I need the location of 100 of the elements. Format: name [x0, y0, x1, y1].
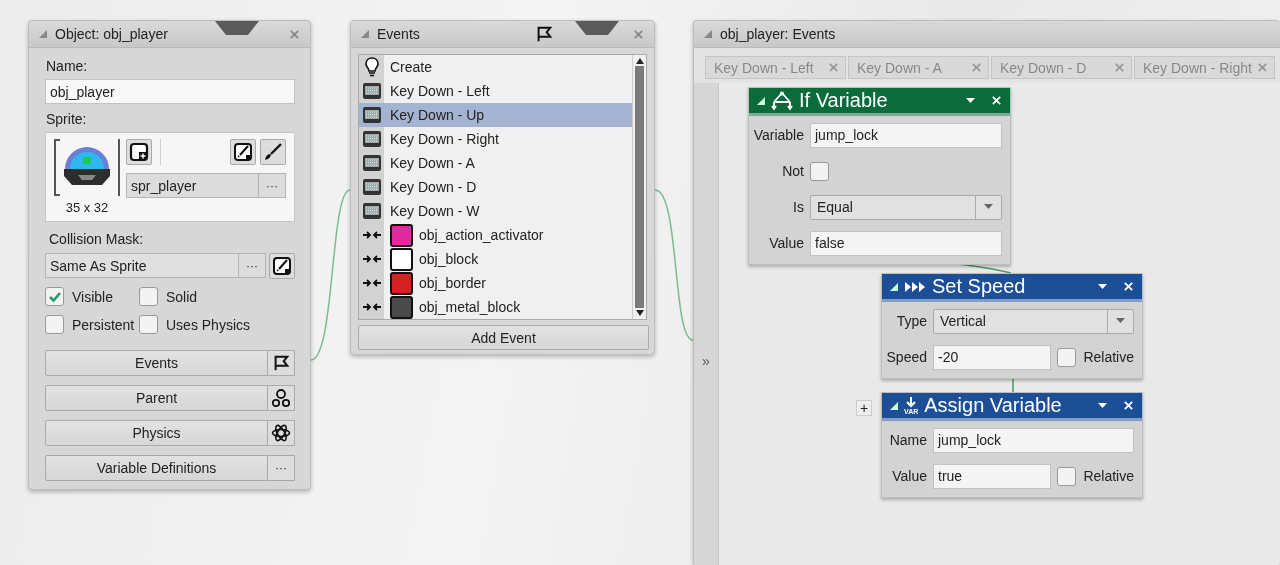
field-label: Value	[891, 468, 928, 484]
event-item[interactable]: Key Down - A	[359, 151, 632, 175]
value-field[interactable]: false	[810, 230, 1002, 256]
keyboard-icon	[361, 154, 382, 172]
edit-image-icon	[272, 256, 292, 276]
collapse-triangle-icon[interactable]	[890, 401, 898, 410]
field-label: Value	[768, 235, 805, 251]
name-field[interactable]: obj_player	[45, 79, 295, 104]
event-label: Key Down - W	[390, 203, 480, 219]
more-button[interactable]: ···	[259, 173, 286, 198]
sprite-select[interactable]: spr_player	[126, 173, 259, 198]
field-label: Name:	[45, 57, 89, 76]
checkbox[interactable]	[1057, 466, 1077, 486]
panel-button[interactable]: Events	[45, 350, 268, 376]
event-label: Create	[390, 59, 433, 75]
event-label: Key Down - Left	[390, 83, 490, 99]
caret-icon[interactable]	[1098, 283, 1107, 290]
brush-icon	[263, 142, 283, 162]
keyboard-icon	[361, 178, 382, 196]
caret-icon[interactable]	[966, 97, 975, 104]
checkbox[interactable]	[45, 315, 64, 334]
collision-arrows-icon	[361, 230, 382, 240]
collapse-gutter[interactable]: »	[694, 83, 719, 565]
checkbox-label: Persistent	[72, 316, 135, 333]
keyboard-icon	[361, 106, 382, 124]
scrollbar[interactable]	[632, 55, 646, 319]
edit-image-icon	[233, 142, 253, 162]
value-field[interactable]: -20	[933, 344, 1052, 370]
field-label: Not	[781, 163, 805, 179]
icon-button[interactable]	[126, 139, 152, 165]
event-label: Key Down - D	[390, 179, 477, 195]
field-label: Is	[792, 199, 805, 215]
event-item[interactable]: Create	[359, 55, 632, 79]
triple-arrow-icon	[904, 280, 926, 293]
event-item[interactable]: Key Down - Right	[359, 127, 632, 151]
sprite-size: 35 x 32	[65, 200, 109, 215]
scroll-down-icon[interactable]	[635, 310, 644, 316]
mask-select[interactable]: Same As Sprite	[45, 253, 239, 278]
event-item[interactable]: Key Down - W	[359, 199, 632, 223]
event-item[interactable]: obj_action_activator	[359, 223, 632, 247]
connector-line	[1012, 376, 1014, 393]
event-label: obj_border	[419, 275, 486, 291]
collision-arrows-icon	[361, 302, 382, 312]
checkbox[interactable]	[1057, 347, 1077, 367]
icon-button[interactable]	[268, 350, 295, 376]
checkbox-label: Uses Physics	[166, 316, 251, 333]
add-button[interactable]: +	[856, 400, 872, 416]
checkbox-label: Solid	[166, 288, 198, 305]
field-label: Variable	[753, 127, 805, 143]
event-item[interactable]: obj_block	[359, 247, 632, 271]
collapse-triangle-icon[interactable]	[757, 96, 765, 105]
checkbox[interactable]	[139, 315, 158, 334]
more-button[interactable]: ···	[239, 253, 266, 278]
window-title: obj_player: Events	[720, 26, 836, 42]
caret-icon[interactable]	[984, 204, 993, 210]
collision-arrows-icon	[361, 278, 382, 288]
checkbox[interactable]	[45, 287, 64, 306]
dropdown[interactable]: Equal	[810, 194, 1002, 220]
dropdown[interactable]: Vertical	[933, 308, 1134, 334]
collapse-triangle-icon[interactable]	[890, 282, 898, 291]
field-label: Sprite:	[45, 110, 88, 129]
field-label: Name	[888, 432, 928, 448]
icon-button[interactable]	[260, 139, 286, 165]
icon-button[interactable]	[269, 253, 295, 279]
checkbox-label: Visible	[72, 288, 113, 305]
event-item[interactable]: obj_border	[359, 271, 632, 295]
checkbox[interactable]	[139, 287, 158, 306]
icon-button[interactable]	[268, 420, 295, 446]
event-label: Key Down - A	[390, 155, 475, 171]
value-field[interactable]: jump_lock	[810, 122, 1002, 148]
event-label: Key Down - Up	[390, 107, 485, 123]
checkbox-label: Relative	[1083, 349, 1134, 365]
lightbulb-icon	[363, 57, 380, 77]
panel-button[interactable]: Parent	[45, 385, 268, 411]
icon-button[interactable]	[230, 139, 256, 165]
more-button[interactable]: ···	[268, 455, 295, 481]
field-label: Type	[895, 313, 928, 329]
value-field[interactable]: jump_lock	[933, 427, 1134, 453]
keyboard-icon	[361, 82, 382, 100]
event-item[interactable]: Key Down - Left	[359, 79, 632, 103]
event-label: obj_metal_block	[419, 299, 521, 315]
action-title: If Variable	[799, 89, 888, 112]
panel-button[interactable]: Physics	[45, 420, 268, 446]
add-event-button[interactable]: Add Event	[358, 325, 649, 350]
flag-icon	[272, 354, 290, 372]
caret-icon[interactable]	[1098, 402, 1107, 409]
icon-button[interactable]	[268, 385, 295, 411]
atom-icon	[271, 423, 291, 443]
event-item[interactable]: Key Down - D	[359, 175, 632, 199]
event-label: obj_block	[419, 251, 479, 267]
scroll-up-icon[interactable]	[635, 58, 644, 64]
caret-icon[interactable]	[1116, 318, 1125, 324]
expand-glyph[interactable]: »	[702, 353, 710, 369]
checkbox[interactable]	[810, 161, 829, 181]
event-item[interactable]: Key Down - Up	[359, 103, 632, 127]
event-item[interactable]: obj_metal_block	[359, 295, 632, 319]
keyboard-icon	[361, 130, 382, 148]
value-field[interactable]: true	[933, 463, 1052, 489]
window-title: Events	[377, 26, 420, 42]
panel-button[interactable]: Variable Definitions	[45, 455, 268, 481]
